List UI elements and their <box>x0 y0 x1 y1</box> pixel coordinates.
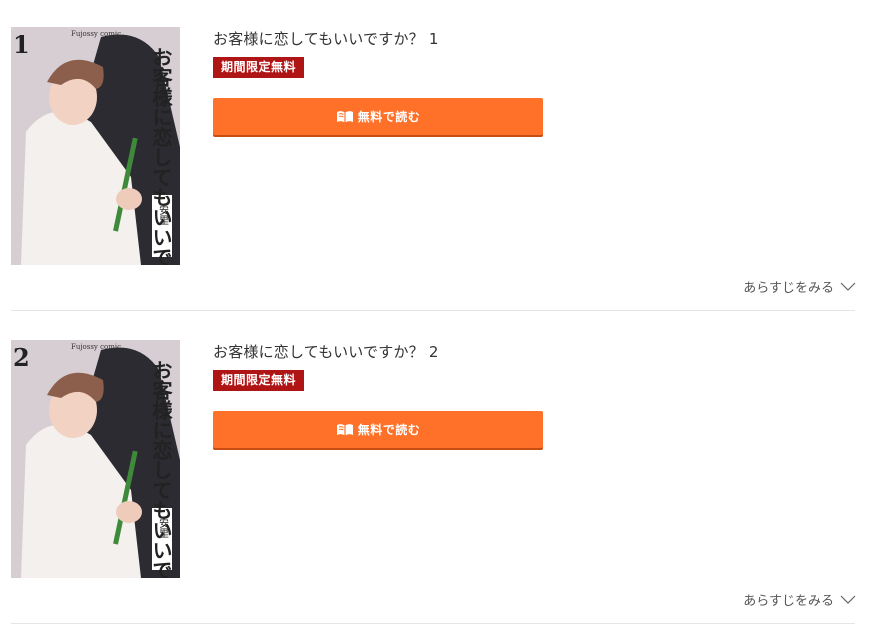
comic-volume-list: 安里 1 Fujossy comic お客様に恋してもいいですか? お客様に恋し… <box>0 0 888 625</box>
read-free-button-label: 無料で読む <box>357 110 421 124</box>
chevron-down-icon <box>840 282 856 291</box>
free-period-badge: 期間限定無料 <box>213 57 305 78</box>
read-free-button[interactable]: 無料で読む <box>213 98 543 135</box>
cover-publisher: Fujossy comic <box>71 30 121 38</box>
item-divider <box>11 623 855 624</box>
item-divider <box>11 310 855 311</box>
cover-series-title: お客様に恋してもいいですか? <box>149 360 173 578</box>
cover-image[interactable]: 安里 1 Fujossy comic お客様に恋してもいいですか? <box>11 27 180 265</box>
chevron-down-icon <box>840 595 856 604</box>
cover-volume-number: 2 <box>13 343 30 372</box>
cover-publisher: Fujossy comic <box>71 343 121 351</box>
read-free-button-label: 無料で読む <box>357 423 421 437</box>
book-icon <box>336 423 353 435</box>
cover-volume-number: 1 <box>13 30 30 59</box>
volume-item: 安里 1 Fujossy comic お客様に恋してもいいですか? お客様に恋し… <box>0 0 888 312</box>
synopsis-toggle-label: あらすじをみる <box>743 281 834 296</box>
read-free-button[interactable]: 無料で読む <box>213 411 543 448</box>
free-period-badge: 期間限定無料 <box>213 370 305 391</box>
synopsis-toggle[interactable]: あらすじをみる <box>743 590 856 609</box>
book-icon <box>336 110 353 122</box>
cover-image[interactable]: 安里 2 Fujossy comic お客様に恋してもいいですか? <box>11 340 180 578</box>
volume-item: 安里 2 Fujossy comic お客様に恋してもいいですか? お客様に恋し… <box>0 313 888 625</box>
synopsis-toggle-label: あらすじをみる <box>743 594 834 609</box>
cover-series-title: お客様に恋してもいいですか? <box>149 47 173 265</box>
volume-title[interactable]: お客様に恋してもいいですか？ 1 <box>213 28 439 49</box>
synopsis-toggle[interactable]: あらすじをみる <box>743 277 856 296</box>
volume-title[interactable]: お客様に恋してもいいですか？ 2 <box>213 341 439 362</box>
